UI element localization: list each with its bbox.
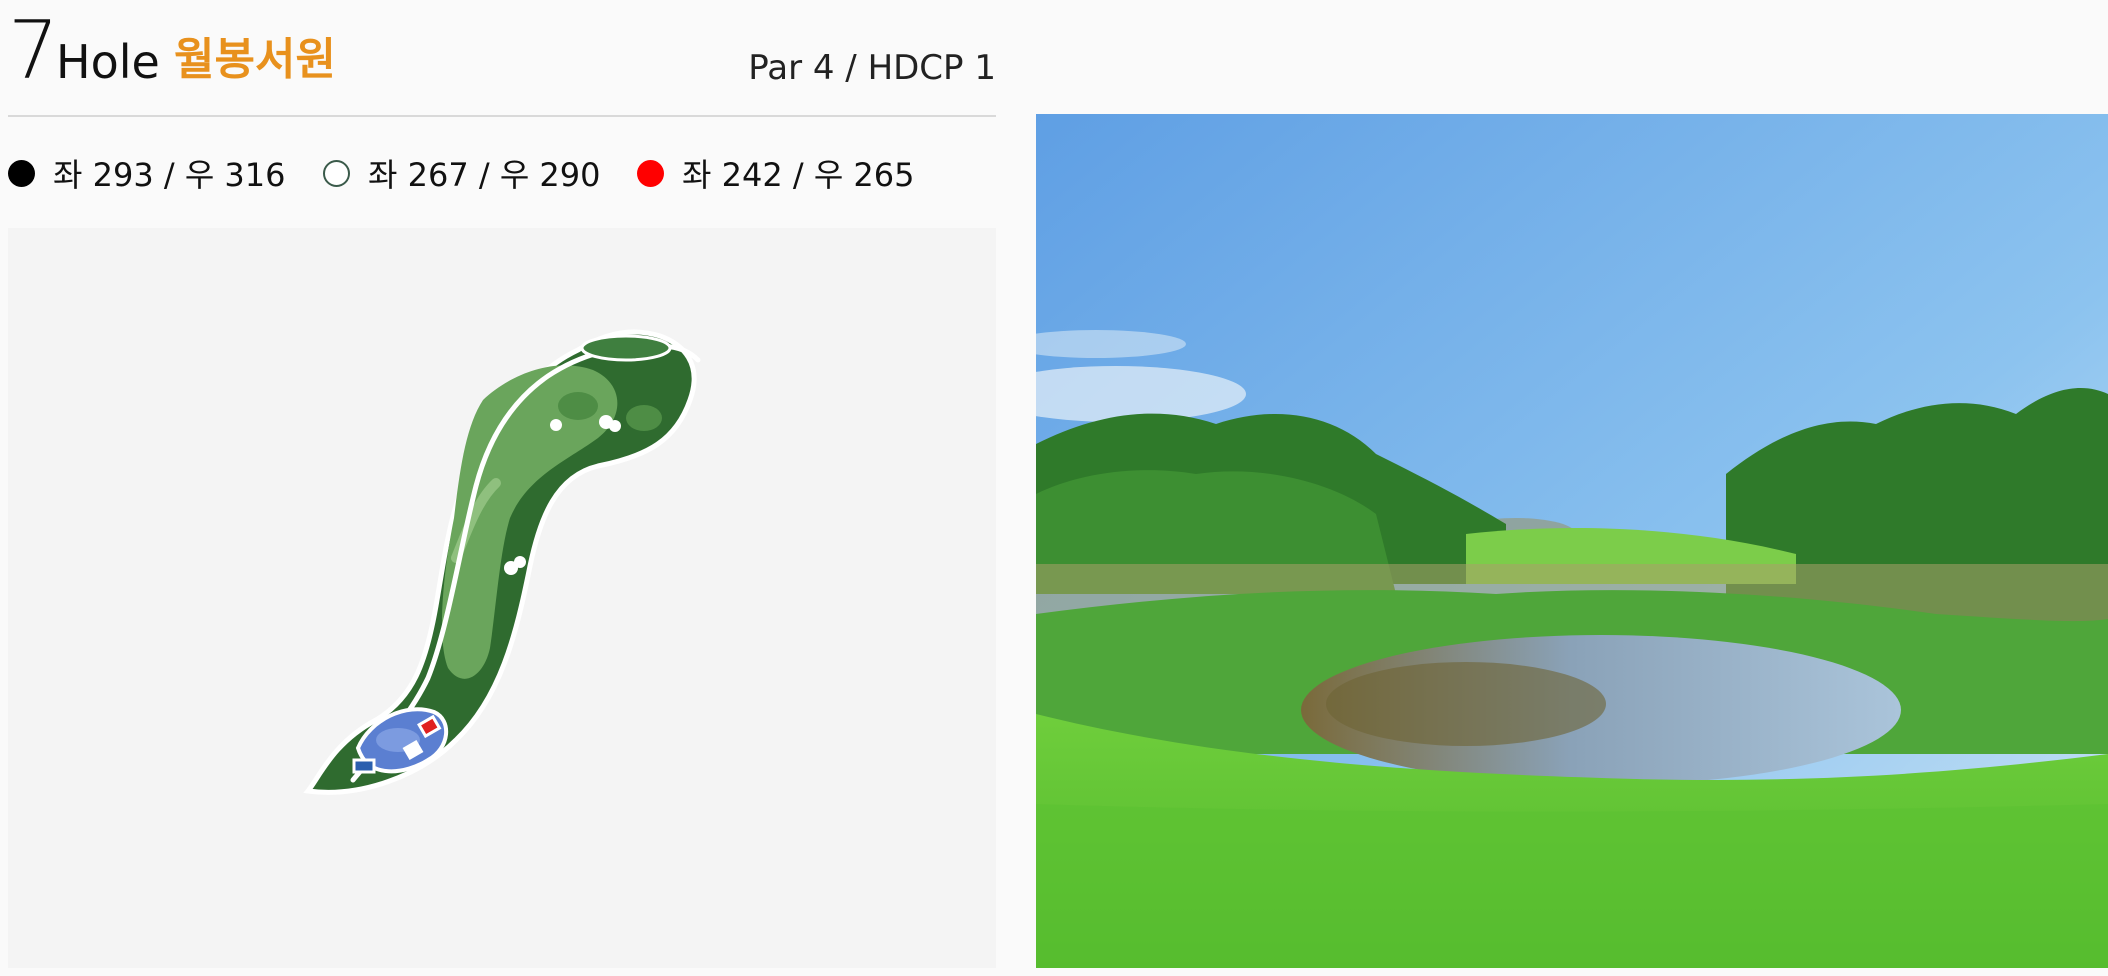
- tee-distances: 좌 293 / 우 316 좌 267 / 우 290 좌 242 / 우 26…: [8, 148, 996, 198]
- hole-photo: [1036, 114, 2108, 968]
- tee-black-distance: 좌 293 / 우 316: [53, 156, 286, 194]
- white-tee-icon: [323, 159, 350, 187]
- tee-white: 좌 267 / 우 290: [323, 148, 601, 198]
- hole-label: Hole: [56, 35, 160, 89]
- landscape-photo-icon: [1036, 114, 2108, 968]
- course-map-icon: [303, 329, 701, 795]
- par-hdcp: Par 4 / HDCP 1: [748, 48, 996, 88]
- hole-number: 7: [8, 4, 59, 97]
- hole-info-panel: 7 Hole 월봉서원 Par 4 / HDCP 1 좌 293 / 우 316…: [8, 0, 996, 976]
- tee-white-distance: 좌 267 / 우 290: [368, 156, 601, 194]
- black-tee-icon: [8, 159, 35, 187]
- hole-layout-map: [8, 228, 996, 968]
- red-tee-icon: [637, 159, 664, 187]
- tee-black: 좌 293 / 우 316: [8, 148, 286, 198]
- hole-header: 7 Hole 월봉서원 Par 4 / HDCP 1: [8, 0, 996, 117]
- hole-name: 월봉서원: [174, 34, 336, 85]
- tee-red-distance: 좌 242 / 우 265: [682, 156, 915, 194]
- tee-red: 좌 242 / 우 265: [637, 148, 915, 198]
